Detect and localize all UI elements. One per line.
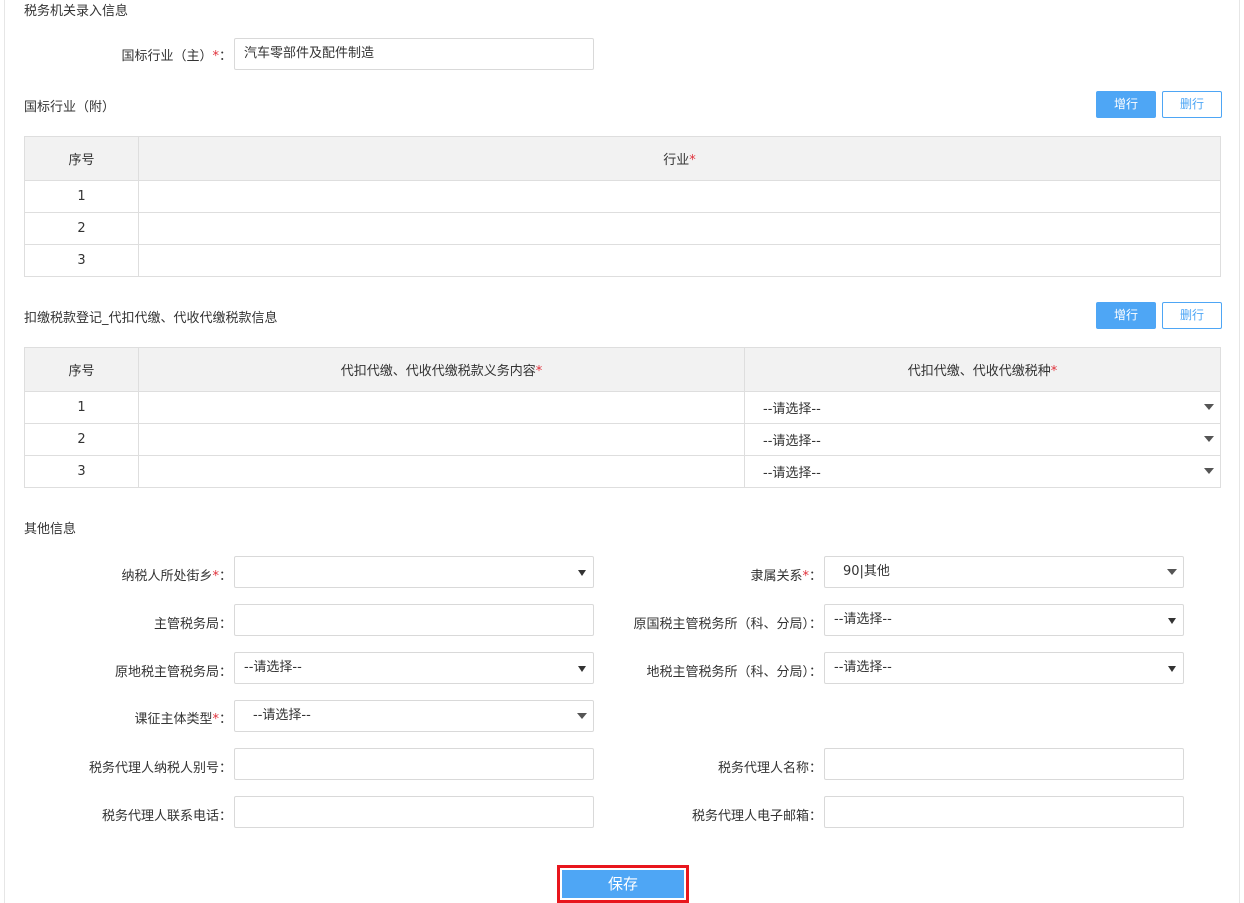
table-row: 2 --请选择--: [24, 423, 1221, 456]
local-bureau-select[interactable]: --请选择--: [234, 652, 594, 684]
withholding-delete-row-button[interactable]: 删行: [1162, 302, 1222, 329]
agent-email-label: 税务代理人电子邮箱：: [691, 809, 822, 824]
section-title-other: 其他信息: [24, 522, 77, 537]
main-industry-label: 国标行业（主）*：: [121, 49, 232, 64]
table-row: 3 --请选择--: [24, 455, 1221, 488]
tax-type-select[interactable]: --请选择--: [744, 391, 1221, 424]
sub-industry-table: 序号 行业* 1 2 3: [24, 136, 1221, 277]
affiliation-label: 隶属关系*：: [750, 569, 822, 584]
withholding-table: 序号 代扣代缴、代收代缴税款义务内容* 代扣代缴、代收代缴税种* 1 --请选择…: [24, 347, 1221, 488]
row-number: 1: [24, 180, 139, 213]
obligation-cell[interactable]: [138, 455, 745, 488]
industry-cell[interactable]: [138, 244, 1221, 277]
dropdown-arrow-icon: [1204, 468, 1214, 474]
dropdown-arrow-icon: [578, 570, 586, 576]
obligation-cell[interactable]: [138, 391, 745, 424]
tax-bureau-input[interactable]: [234, 604, 594, 636]
column-header-tax-type: 代扣代缴、代收代缴税种*: [744, 347, 1221, 392]
agent-phone-label: 税务代理人联系电话：: [101, 809, 232, 824]
section-title-tax-office: 税务机关录入信息: [24, 4, 129, 19]
agent-id-input[interactable]: [234, 748, 594, 780]
sub-industry-add-row-button[interactable]: 增行: [1096, 91, 1156, 118]
national-office-select[interactable]: --请选择--: [824, 604, 1184, 636]
sub-industry-delete-row-button[interactable]: 删行: [1162, 91, 1222, 118]
table-row: 2: [24, 212, 1221, 245]
dropdown-arrow-icon: [1204, 404, 1214, 410]
tax-bureau-label: 主管税务局：: [153, 617, 232, 632]
row-number: 2: [24, 423, 139, 456]
national-office-label: 原国税主管税务所（科、分局）：: [633, 617, 822, 632]
tax-type-select[interactable]: --请选择--: [744, 423, 1221, 456]
table-row: 3: [24, 244, 1221, 277]
dropdown-arrow-icon: [1168, 618, 1176, 624]
subject-type-label: 课征主体类型*：: [134, 712, 232, 727]
table-row: 1: [24, 180, 1221, 213]
local-office-select[interactable]: --请选择--: [824, 652, 1184, 684]
industry-cell[interactable]: [138, 212, 1221, 245]
subject-type-select[interactable]: --请选择--: [234, 700, 594, 732]
row-number: 3: [24, 244, 139, 277]
save-button[interactable]: 保存: [562, 870, 684, 898]
dropdown-arrow-icon: [1167, 569, 1177, 575]
obligation-cell[interactable]: [138, 423, 745, 456]
save-button-highlight[interactable]: 保存: [557, 865, 689, 903]
section-title-withholding: 扣缴税款登记_代扣代缴、代收代缴税款信息: [24, 311, 278, 326]
column-header-no: 序号: [24, 347, 139, 392]
agent-phone-input[interactable]: [234, 796, 594, 828]
dropdown-arrow-icon: [578, 666, 586, 672]
street-label: 纳税人所处街乡*：: [121, 569, 232, 584]
dropdown-arrow-icon: [1168, 666, 1176, 672]
row-number: 2: [24, 212, 139, 245]
agent-id-label: 税务代理人纳税人别号：: [88, 761, 232, 776]
affiliation-select[interactable]: 90|其他: [824, 556, 1184, 588]
column-header-industry: 行业*: [138, 136, 1221, 181]
agent-name-label: 税务代理人名称：: [717, 761, 822, 776]
local-bureau-label: 原地税主管税务局：: [114, 665, 232, 680]
section-title-sub-industry: 国标行业（附）: [24, 100, 116, 115]
street-select[interactable]: [234, 556, 594, 588]
column-header-no: 序号: [24, 136, 139, 181]
local-office-label: 地税主管税务所（科、分局）：: [646, 665, 822, 680]
row-number: 3: [24, 455, 139, 488]
agent-name-input[interactable]: [824, 748, 1184, 780]
withholding-add-row-button[interactable]: 增行: [1096, 302, 1156, 329]
row-number: 1: [24, 391, 139, 424]
column-header-obligation: 代扣代缴、代收代缴税款义务内容*: [138, 347, 745, 392]
table-row: 1 --请选择--: [24, 391, 1221, 424]
industry-cell[interactable]: [138, 180, 1221, 213]
dropdown-arrow-icon: [1204, 436, 1214, 442]
agent-email-input[interactable]: [824, 796, 1184, 828]
main-industry-input[interactable]: 汽车零部件及配件制造: [234, 38, 594, 70]
dropdown-arrow-icon: [577, 713, 587, 719]
tax-type-select[interactable]: --请选择--: [744, 455, 1221, 488]
